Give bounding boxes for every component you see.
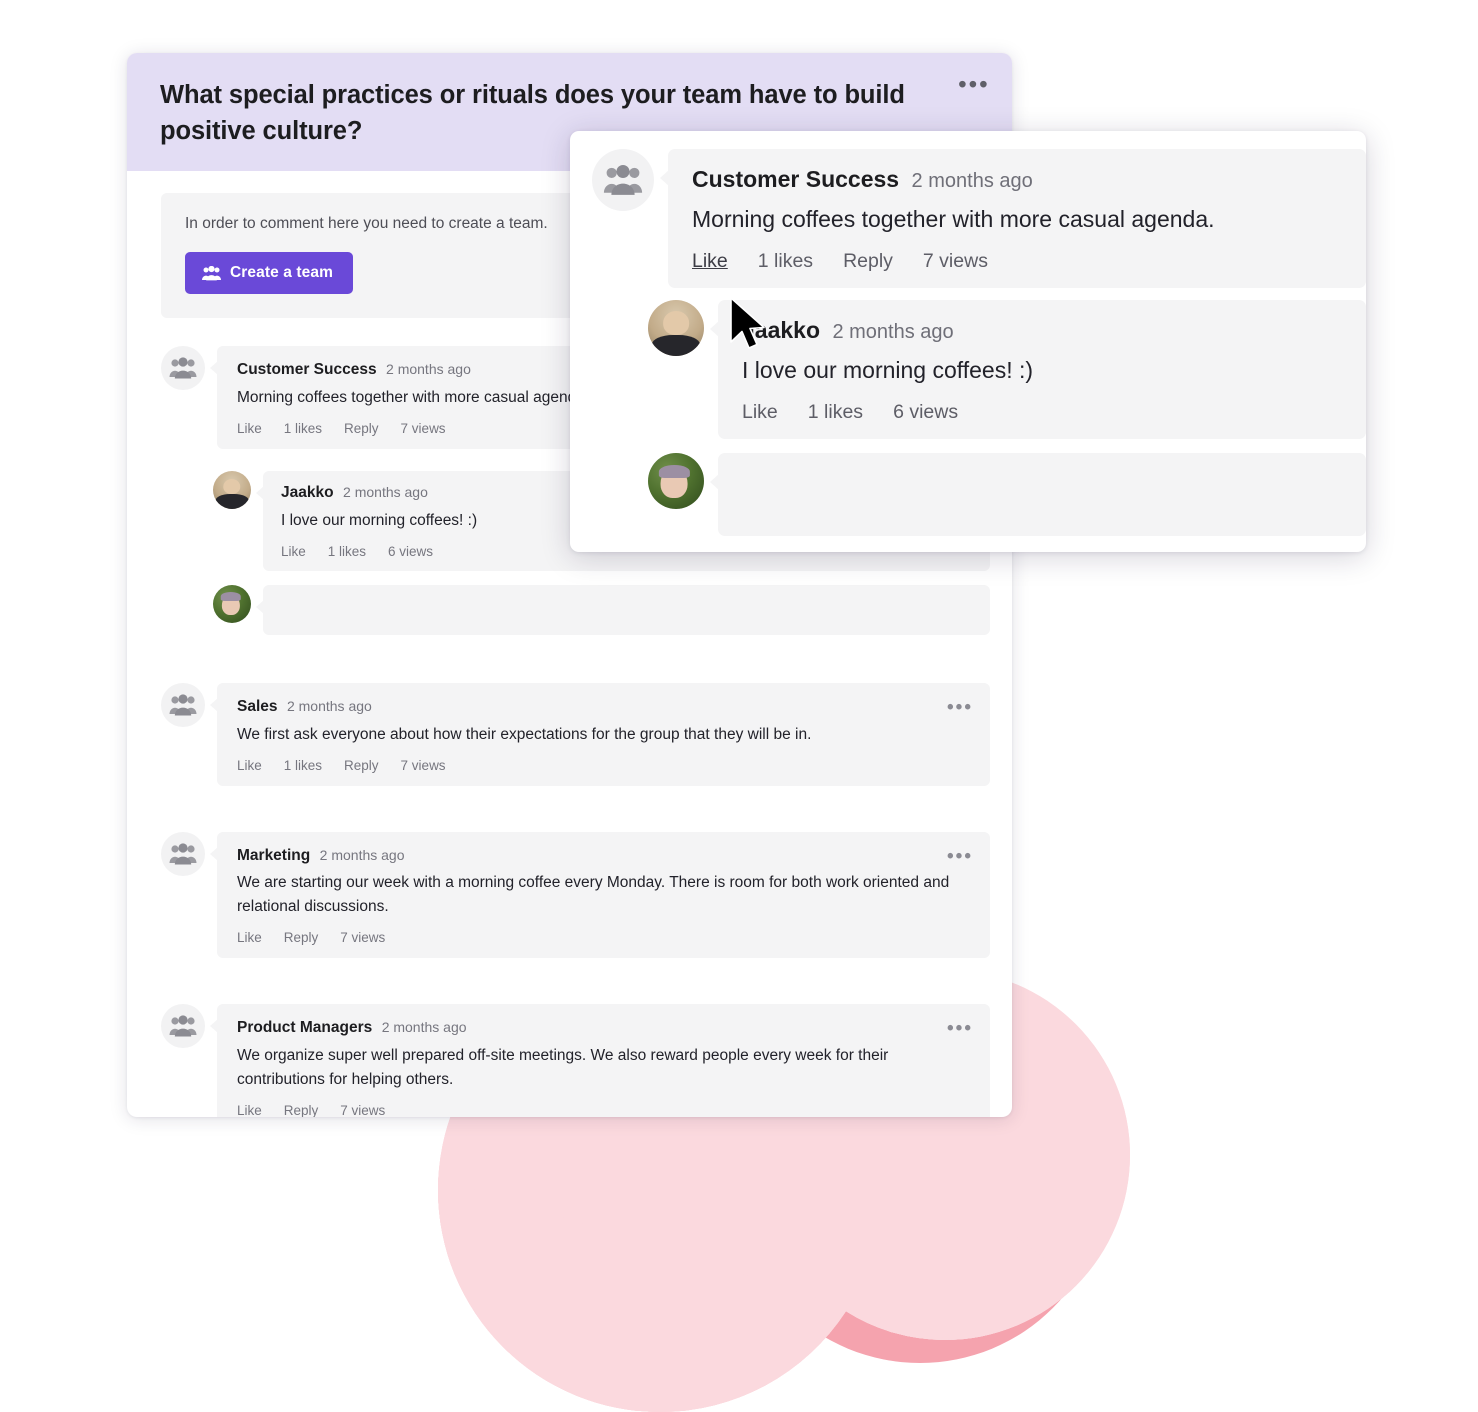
comment-row: ••• Sales 2 months ago We first ask ever… [161, 682, 990, 786]
comment-timestamp: 2 months ago [381, 1019, 467, 1036]
comment-author: Sales [237, 697, 278, 715]
views-count: 7 views [400, 420, 446, 436]
group-avatar-icon [161, 831, 205, 876]
comment-more-options-icon[interactable]: ••• [947, 847, 973, 866]
reply-button[interactable]: Reply [843, 250, 893, 273]
popup-reply-author: Jaakko [742, 317, 821, 344]
views-count: 7 views [340, 930, 386, 946]
popup-comment-author: Customer Success [692, 166, 900, 192]
like-button[interactable]: Like [237, 1103, 262, 1117]
views-count: 6 views [388, 543, 434, 559]
like-button[interactable]: Like [237, 421, 262, 436]
like-button[interactable]: Like [237, 758, 262, 773]
group-avatar-icon [161, 682, 205, 727]
group-avatar-icon [161, 346, 205, 391]
comment-header: Product Managers 2 months ago [237, 1018, 970, 1039]
thread-spacer [161, 635, 990, 683]
reply-author: Jaakko [281, 483, 334, 501]
popup-comment-bubble: Customer Success 2 months ago Morning co… [660, 149, 1366, 289]
comment-bubble: ••• Marketing 2 months ago We are starti… [210, 831, 990, 959]
popup-reply-bubble: Jaakko 2 months ago I love our morning c… [710, 300, 1366, 440]
woman-photo-avatar [648, 453, 704, 510]
reply-button[interactable]: Reply [344, 421, 379, 436]
comment-body: We first ask everyone about how their ex… [237, 725, 812, 743]
likes-count: 1 likes [283, 420, 323, 436]
reply-bubble-empty [256, 584, 990, 635]
jaakko-photo-avatar [648, 300, 704, 357]
comment-row: ••• Product Managers 2 months ago We org… [161, 1004, 990, 1117]
likes-count: 1 likes [807, 401, 864, 424]
popup-reply-header: Jaakko 2 months ago [742, 316, 1344, 346]
comment-bubble: ••• Sales 2 months ago We first ask ever… [210, 682, 990, 786]
comment-author: Product Managers [237, 1019, 373, 1037]
likes-count: 1 likes [327, 543, 367, 559]
comment-bubble: ••• Product Managers 2 months ago We org… [210, 1004, 990, 1117]
views-count: 7 views [340, 1103, 386, 1117]
screenshot-stage: What special practices or rituals does y… [0, 0, 1478, 1412]
comment-author: Marketing [237, 846, 311, 864]
like-button[interactable]: Like [281, 544, 306, 559]
views-count: 7 views [922, 250, 988, 273]
comment-timestamp: 2 months ago [319, 846, 405, 863]
thread-spacer [161, 808, 990, 832]
popup-reply-bubble-empty [710, 453, 1366, 537]
popup-reply-row [648, 453, 1366, 537]
popup-comment-actions: Like 1 likes Reply 7 views [692, 250, 1344, 273]
woman-photo-avatar [213, 584, 251, 623]
jaakko-photo-avatar [213, 470, 251, 509]
comment-timestamp: 2 months ago [286, 697, 372, 714]
comment-more-options-icon[interactable]: ••• [947, 1019, 973, 1038]
comment-author: Customer Success [237, 361, 377, 379]
popup-reply-row: Jaakko 2 months ago I love our morning c… [648, 300, 1366, 440]
reply-timestamp: 2 months ago [343, 483, 428, 500]
comment-actions: Like 1 likes Reply 7 views [237, 758, 970, 773]
comment-actions: Like Reply 7 views [237, 1103, 970, 1117]
comment-body: We organize super well prepared off-site… [237, 1047, 889, 1089]
create-team-button[interactable]: Create a team [185, 252, 353, 295]
reply-button[interactable]: Reply [284, 930, 319, 945]
popup-replies-list: Jaakko 2 months ago I love our morning c… [648, 300, 1366, 537]
popup-comment-body: Morning coffees together with more casua… [692, 205, 1215, 232]
comment-timestamp: 2 months ago [386, 361, 471, 378]
question-more-options-icon[interactable]: ••• [958, 73, 990, 96]
zoomed-comment-popup: Customer Success 2 months ago Morning co… [570, 131, 1366, 553]
comment-actions: Like Reply 7 views [237, 930, 970, 945]
comment-row: ••• Marketing 2 months ago We are starti… [161, 831, 990, 959]
likes-count: 1 likes [757, 250, 814, 273]
views-count: 7 views [400, 757, 446, 773]
popup-comment-header: Customer Success 2 months ago [692, 165, 1344, 195]
like-button[interactable]: Like [237, 930, 262, 945]
popup-comment-timestamp: 2 months ago [911, 170, 1033, 192]
likes-count: 1 likes [283, 757, 323, 773]
popup-reply-body: I love our morning coffees! :) [742, 357, 1034, 384]
popup-reply-actions: Like 1 likes 6 views [742, 401, 1344, 424]
popup-reply-timestamp: 2 months ago [832, 321, 954, 344]
create-team-label: Create a team [230, 264, 333, 282]
comment-header: Sales 2 months ago [237, 697, 970, 718]
reply-row [213, 584, 990, 635]
comment-body: We are starting our week with a morning … [237, 874, 950, 916]
reply-button[interactable]: Reply [284, 1103, 319, 1117]
like-button[interactable]: Like [742, 401, 778, 424]
group-avatar-icon [161, 1004, 205, 1049]
reply-button[interactable]: Reply [344, 758, 379, 773]
group-avatar-icon [592, 149, 654, 211]
comment-header: Marketing 2 months ago [237, 846, 970, 867]
views-count: 6 views [893, 401, 959, 424]
users-group-icon [202, 265, 221, 281]
popup-comment-row: Customer Success 2 months ago Morning co… [570, 149, 1366, 289]
comment-more-options-icon[interactable]: ••• [947, 698, 973, 717]
like-button[interactable]: Like [692, 250, 728, 273]
thread-spacer [161, 980, 990, 1004]
